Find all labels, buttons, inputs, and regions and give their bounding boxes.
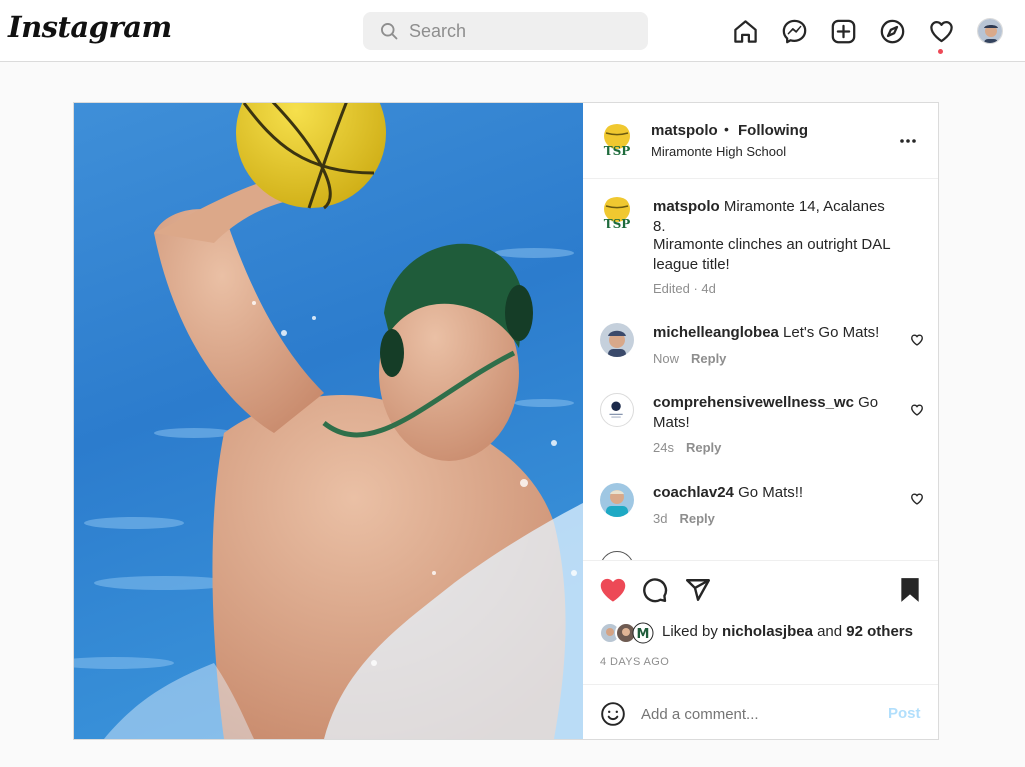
comment-time: 3d — [653, 511, 668, 526]
new-post-icon — [831, 19, 855, 43]
caption-meta: Edited · 4d — [653, 281, 716, 296]
messenger-icon — [782, 19, 806, 43]
explore-icon — [880, 19, 904, 43]
new-post-button[interactable] — [828, 16, 858, 46]
caption-line-2: Miramonte clinches an outright DAL leagu… — [653, 236, 891, 273]
commenter-avatar[interactable] — [600, 323, 634, 357]
bookmark-saved-icon[interactable] — [899, 577, 921, 603]
comment-meta: 24s Reply — [653, 440, 721, 455]
comment-text: Go Mats!! — [738, 484, 804, 501]
following-button[interactable]: Following — [738, 122, 808, 139]
activity-heart-icon — [929, 20, 953, 42]
caption-avatar[interactable]: TSP — [600, 197, 634, 231]
liked-by-user[interactable]: nicholasjbea — [722, 623, 813, 640]
messenger-button[interactable] — [779, 16, 809, 46]
liked-heart-icon[interactable] — [599, 577, 627, 603]
svg-text:TSP: TSP — [604, 217, 631, 231]
comment-body: michelleanglobea Let's Go Mats! — [653, 323, 898, 343]
profile-avatar[interactable] — [977, 18, 1003, 44]
svg-text:M: M — [637, 627, 650, 642]
post-card: TSP matspolo • Following Miramonte High … — [73, 102, 939, 740]
commenter-username[interactable]: comprehensivewellness_wc — [653, 394, 854, 411]
comment-icon[interactable] — [642, 577, 668, 603]
search-input[interactable] — [409, 20, 629, 42]
post-sidebar: TSP matspolo • Following Miramonte High … — [583, 103, 938, 739]
commenter-avatar[interactable] — [600, 551, 634, 560]
comment-body: comprehensivewellness_wc Go Mats! — [653, 393, 898, 433]
comment-like-icon[interactable] — [910, 333, 924, 347]
top-navigation-bar: Instagram — [0, 0, 1025, 62]
comment-time: 24s — [653, 440, 674, 455]
notification-dot — [938, 49, 943, 54]
commenter-avatar[interactable] — [600, 483, 634, 517]
liked-others-link[interactable]: 92 others — [846, 623, 913, 640]
likes-summary: Liked by nicholasjbea and 92 others — [662, 623, 913, 640]
comment-text: Let's Go Mats! — [783, 324, 880, 341]
explore-button[interactable] — [877, 16, 907, 46]
comment-like-icon[interactable] — [910, 403, 924, 417]
reply-button[interactable]: Reply — [691, 351, 726, 366]
activity-button[interactable] — [926, 16, 956, 46]
search-icon — [381, 23, 398, 40]
share-icon[interactable] — [685, 577, 711, 603]
add-comment-bar: Post — [583, 684, 938, 739]
reply-button[interactable]: Reply — [686, 440, 721, 455]
liked-and-label: and — [817, 623, 843, 640]
comment-meta: Now Reply — [653, 351, 726, 366]
liked-by-avatars[interactable]: M — [599, 621, 657, 645]
more-options-icon[interactable] — [899, 138, 917, 144]
comment-input[interactable] — [641, 703, 871, 725]
post-location[interactable]: Miramonte High School — [651, 144, 786, 159]
caption-line-1: matspolo Miramonte 14, Acalanes 8. — [653, 197, 898, 237]
home-icon — [733, 19, 757, 43]
poster-username[interactable]: matspolo — [651, 122, 718, 139]
post-comment-button[interactable]: Post — [888, 705, 921, 722]
commenter-avatar[interactable] — [600, 393, 634, 427]
post-actions: M Liked by nicholasjbea and 92 others 4 … — [583, 560, 938, 684]
commenter-username[interactable]: coachlav24 — [653, 484, 734, 501]
comment-time: Now — [653, 351, 680, 366]
commenter-username[interactable]: michelleanglobea — [653, 324, 779, 341]
svg-text:TSP: TSP — [604, 144, 631, 158]
comment-like-icon[interactable] — [910, 492, 924, 506]
comment-meta: 3d Reply — [653, 511, 715, 526]
reply-button[interactable]: Reply — [679, 511, 714, 526]
emoji-icon[interactable] — [600, 701, 626, 727]
separator-dot: • — [724, 121, 729, 137]
instagram-logo[interactable]: Instagram — [8, 10, 172, 44]
home-button[interactable] — [730, 16, 760, 46]
comments-list[interactable]: TSP matspolo Miramonte 14, Acalanes 8. M… — [583, 180, 938, 560]
post-date[interactable]: 4 DAYS AGO — [600, 656, 669, 668]
post-image[interactable] — [74, 103, 583, 739]
post-header: TSP matspolo • Following Miramonte High … — [583, 103, 938, 179]
search-box[interactable] — [363, 12, 648, 50]
liked-by-label: Liked by — [662, 623, 718, 640]
comment-body: coachlav24 Go Mats!! — [653, 483, 898, 503]
poster-avatar[interactable]: TSP — [600, 124, 634, 158]
caption-username[interactable]: matspolo — [653, 198, 720, 215]
